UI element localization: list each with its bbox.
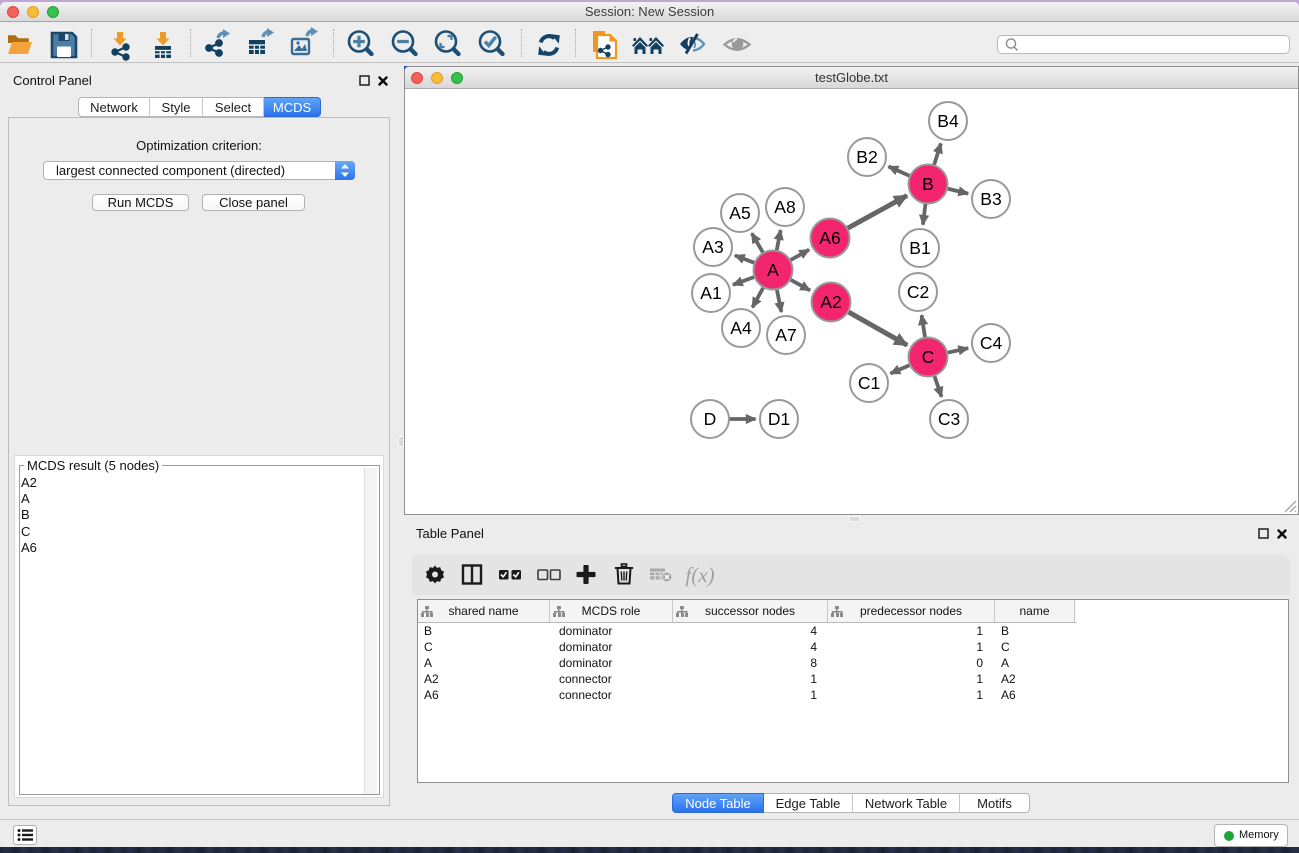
svg-text:C2: C2 (907, 282, 929, 302)
svg-text:B2: B2 (856, 147, 877, 167)
svg-text:C3: C3 (938, 409, 960, 429)
svg-text:B: B (922, 174, 934, 194)
svg-text:A8: A8 (774, 197, 795, 217)
svg-text:C1: C1 (858, 373, 880, 393)
svg-text:A4: A4 (730, 318, 752, 338)
svg-text:C: C (922, 347, 935, 367)
svg-text:B4: B4 (937, 111, 959, 131)
svg-text:A2: A2 (820, 292, 841, 312)
svg-text:A: A (767, 260, 779, 280)
svg-text:B3: B3 (980, 189, 1001, 209)
svg-text:A5: A5 (729, 203, 750, 223)
svg-text:A1: A1 (700, 283, 721, 303)
svg-text:A7: A7 (775, 325, 796, 345)
svg-text:A6: A6 (819, 228, 840, 248)
svg-text:D1: D1 (768, 409, 790, 429)
svg-text:B1: B1 (909, 238, 930, 258)
svg-text:A3: A3 (702, 237, 723, 257)
svg-text:D: D (704, 409, 717, 429)
svg-text:C4: C4 (980, 333, 1003, 353)
svg-text:f(x): f(x) (685, 563, 714, 587)
